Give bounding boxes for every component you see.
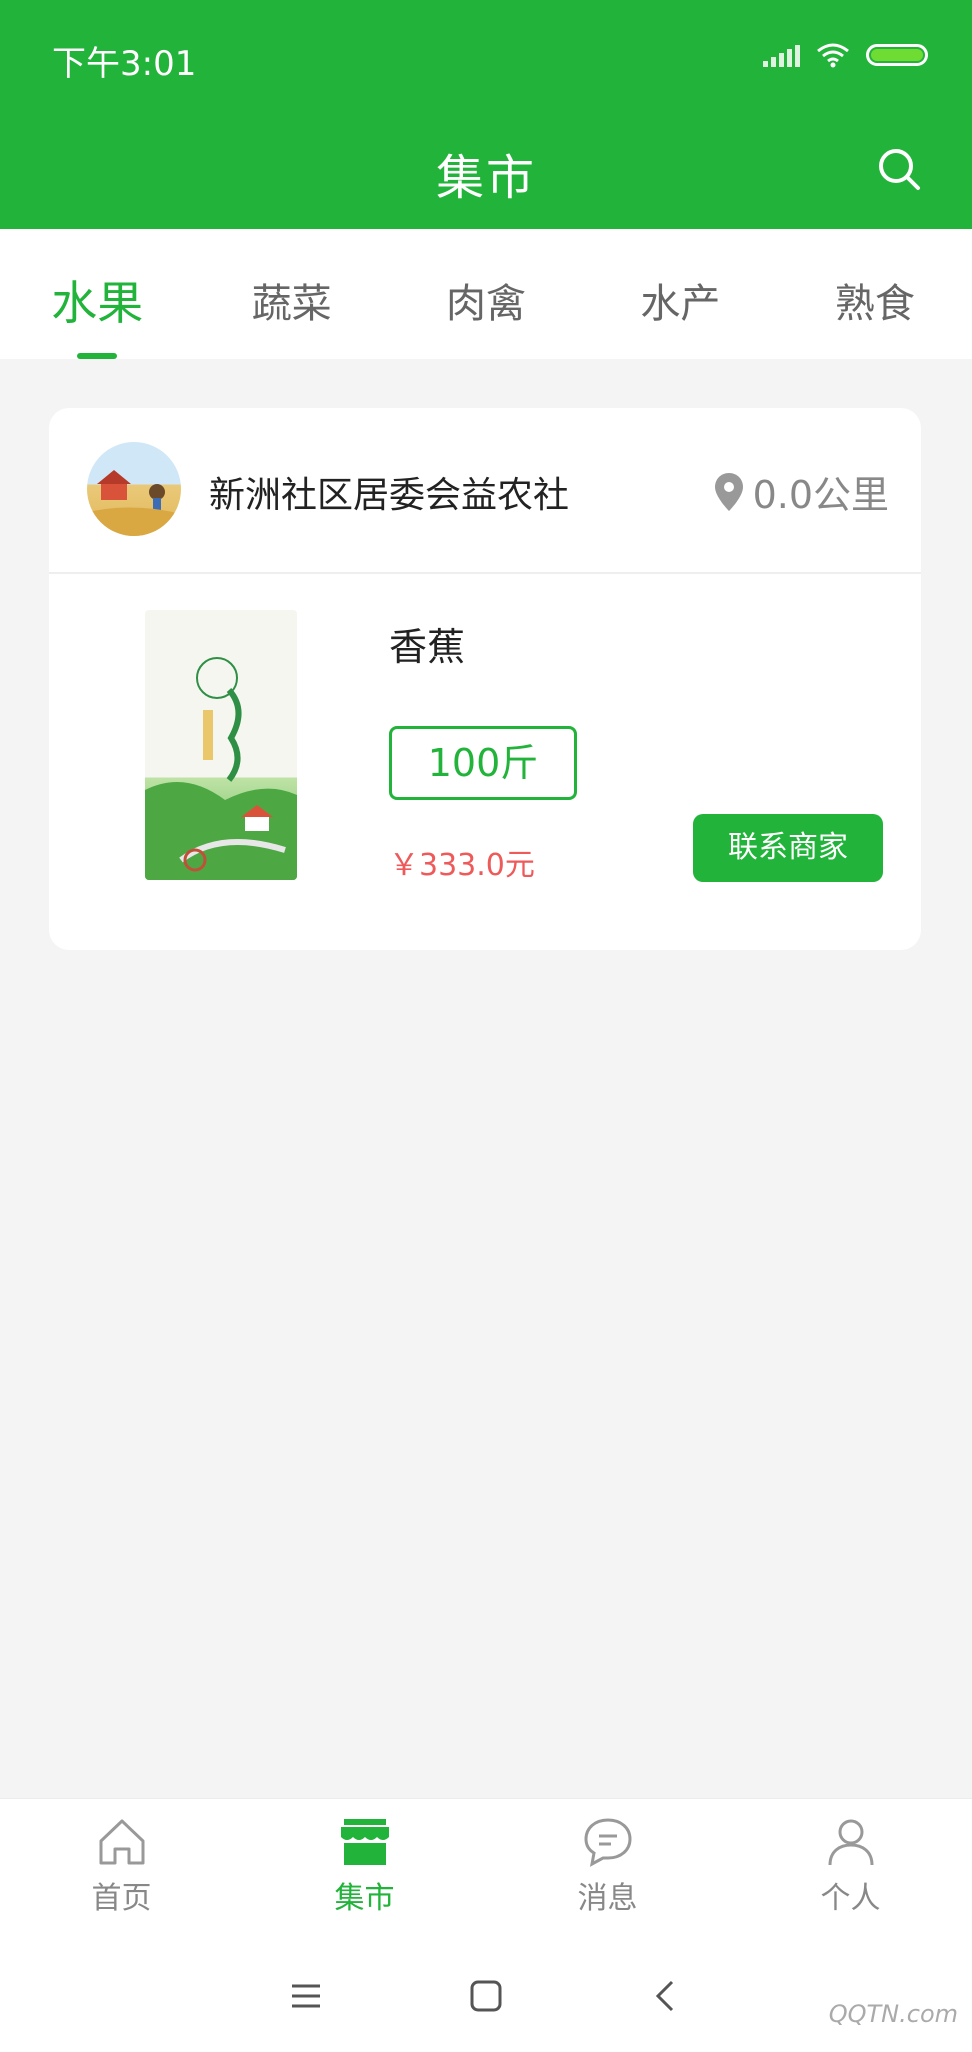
tab-seafood[interactable]: 水产 (583, 229, 777, 359)
distance: 0.0公里 (714, 464, 889, 519)
back-icon[interactable] (646, 1976, 686, 2016)
product-name: 香蕉 (389, 625, 466, 669)
search-icon[interactable] (876, 146, 922, 192)
tab-vegetables[interactable]: 蔬菜 (194, 229, 388, 359)
product-card[interactable]: 新洲社区居委会益农社 0.0公里 香蕉 100斤 ￥333.0元 联系商家 (49, 408, 921, 950)
distance-value: 0.0公里 (752, 473, 889, 517)
shop-avatar (87, 442, 181, 536)
nav-market-label: 集市 (334, 1881, 395, 1916)
shop-row[interactable]: 新洲社区居委会益农社 0.0公里 (49, 408, 921, 574)
nav-home[interactable]: 首页 (0, 1799, 243, 1941)
person-icon (828, 1819, 873, 1866)
tab-cooked-food[interactable]: 熟食 (778, 229, 972, 359)
nav-profile-label: 个人 (820, 1881, 881, 1916)
tab-fruit[interactable]: 水果 (0, 229, 194, 359)
page-title: 集市 (435, 150, 536, 206)
wifi-icon (817, 43, 849, 68)
status-icons (763, 42, 928, 68)
bottom-nav: 首页 集市 消息 个人 (0, 1798, 972, 1941)
nav-market[interactable]: 集市 (243, 1799, 486, 1941)
product-price: ￥333.0元 (389, 848, 535, 883)
market-icon (340, 1819, 389, 1865)
category-tabs: 水果 蔬菜 肉禽 水产 熟食 (0, 229, 972, 359)
shop-name: 新洲社区居委会益农社 (209, 475, 570, 516)
app-header: 下午3:01 集市 (0, 0, 972, 229)
nav-home-label: 首页 (91, 1881, 152, 1916)
signal-icon (763, 43, 800, 67)
menu-icon[interactable] (286, 1976, 326, 2016)
home-square-icon[interactable] (466, 1976, 506, 2016)
watermark: QQTN.com (828, 2000, 958, 2028)
battery-icon (866, 44, 928, 66)
quantity-badge: 100斤 (389, 726, 577, 800)
nav-messages-label: 消息 (577, 1881, 638, 1916)
contact-merchant-button[interactable]: 联系商家 (693, 814, 883, 882)
product-image[interactable] (145, 610, 297, 880)
status-time: 下午3:01 (52, 44, 197, 84)
message-icon (583, 1818, 632, 1867)
location-pin-icon (714, 472, 743, 511)
nav-profile[interactable]: 个人 (729, 1799, 972, 1941)
system-nav-bar (0, 1940, 972, 2052)
nav-messages[interactable]: 消息 (486, 1799, 729, 1941)
home-icon (99, 1819, 144, 1865)
tab-meat-poultry[interactable]: 肉禽 (389, 229, 583, 359)
